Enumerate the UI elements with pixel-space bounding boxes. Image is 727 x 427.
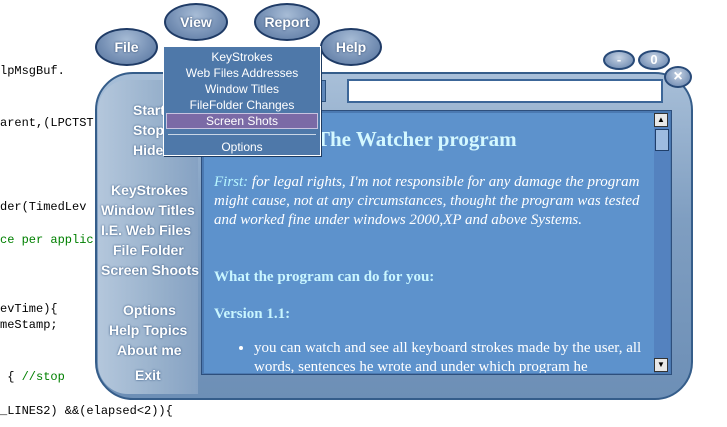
view-menu-button[interactable]: View [164, 3, 228, 41]
restore-button[interactable]: 0 [638, 50, 670, 70]
sidebar-options[interactable]: Options [123, 302, 176, 318]
menu-item-keystrokes[interactable]: KeyStrokes [166, 49, 318, 65]
code-comment: //stop [21, 370, 65, 384]
sidebar-file-folder[interactable]: File Folder [113, 242, 184, 258]
menu-separator [168, 134, 316, 135]
code-text: { [0, 370, 22, 384]
address-input[interactable] [347, 79, 663, 103]
close-button[interactable]: × [664, 66, 692, 88]
sidebar-stop[interactable]: Stop [133, 122, 164, 138]
sidebar-window-titles[interactable]: Window Titles [101, 202, 195, 218]
sidebar-exit[interactable]: Exit [135, 367, 161, 383]
sidebar-hide[interactable]: Hide [133, 142, 163, 158]
sidebar-screen-shoots[interactable]: Screen Shoots [101, 262, 199, 278]
feature-list: you can watch and see all keyboard strok… [214, 339, 644, 373]
disclaimer-paragraph: First: for legal rights, I'm not respons… [214, 173, 644, 230]
sidebar-keystrokes[interactable]: KeyStrokes [111, 182, 188, 198]
view-dropdown-menu: KeyStrokes Web Files Addresses Window Ti… [163, 46, 321, 156]
minimize-button[interactable]: - [603, 50, 635, 70]
code-line: evTime){ [0, 302, 58, 316]
sidebar-help-topics[interactable]: Help Topics [109, 322, 187, 338]
file-menu-button[interactable]: File [95, 28, 158, 66]
code-line: lpMsgBuf. [0, 64, 65, 78]
list-item: you can watch and see all keyboard strok… [254, 339, 644, 373]
menu-item-web-files-addresses[interactable]: Web Files Addresses [166, 65, 318, 81]
scroll-down-icon[interactable]: ▼ [654, 358, 668, 372]
report-menu-button[interactable]: Report [254, 3, 320, 41]
vertical-scrollbar[interactable]: ▲ ▼ [654, 113, 670, 372]
section-heading: What the program can do for you: [214, 269, 435, 285]
disclaimer-text: for legal rights, I'm not responsible fo… [214, 174, 640, 228]
code-line: ce per applic [0, 233, 94, 247]
first-label: First: [214, 174, 249, 190]
sidebar-ie-web-files[interactable]: I.E. Web Files [101, 222, 191, 238]
scroll-thumb[interactable] [655, 129, 669, 151]
scroll-up-icon[interactable]: ▲ [654, 113, 668, 127]
help-menu-button[interactable]: Help [320, 28, 382, 66]
code-line: der(TimedLev [0, 200, 87, 214]
menu-item-window-titles[interactable]: Window Titles [166, 81, 318, 97]
document-title: The Watcher program [316, 127, 517, 151]
code-line: _LINES2) &&(elapsed<2)){ [0, 404, 173, 418]
code-line: arent,(LPCTST [0, 116, 94, 130]
code-line: meStamp; [0, 318, 58, 332]
code-comment: ce per applic [0, 233, 94, 247]
menu-item-screen-shots[interactable]: Screen Shots [166, 113, 318, 129]
sidebar-about-me[interactable]: About me [117, 342, 182, 358]
sidebar-start[interactable]: Start [133, 102, 165, 118]
menu-item-filefolder-changes[interactable]: FileFolder Changes [166, 97, 318, 113]
menu-item-options[interactable]: Options [166, 139, 318, 155]
code-line: { //stop [0, 370, 65, 384]
version-heading: Version 1.1: [214, 306, 291, 322]
